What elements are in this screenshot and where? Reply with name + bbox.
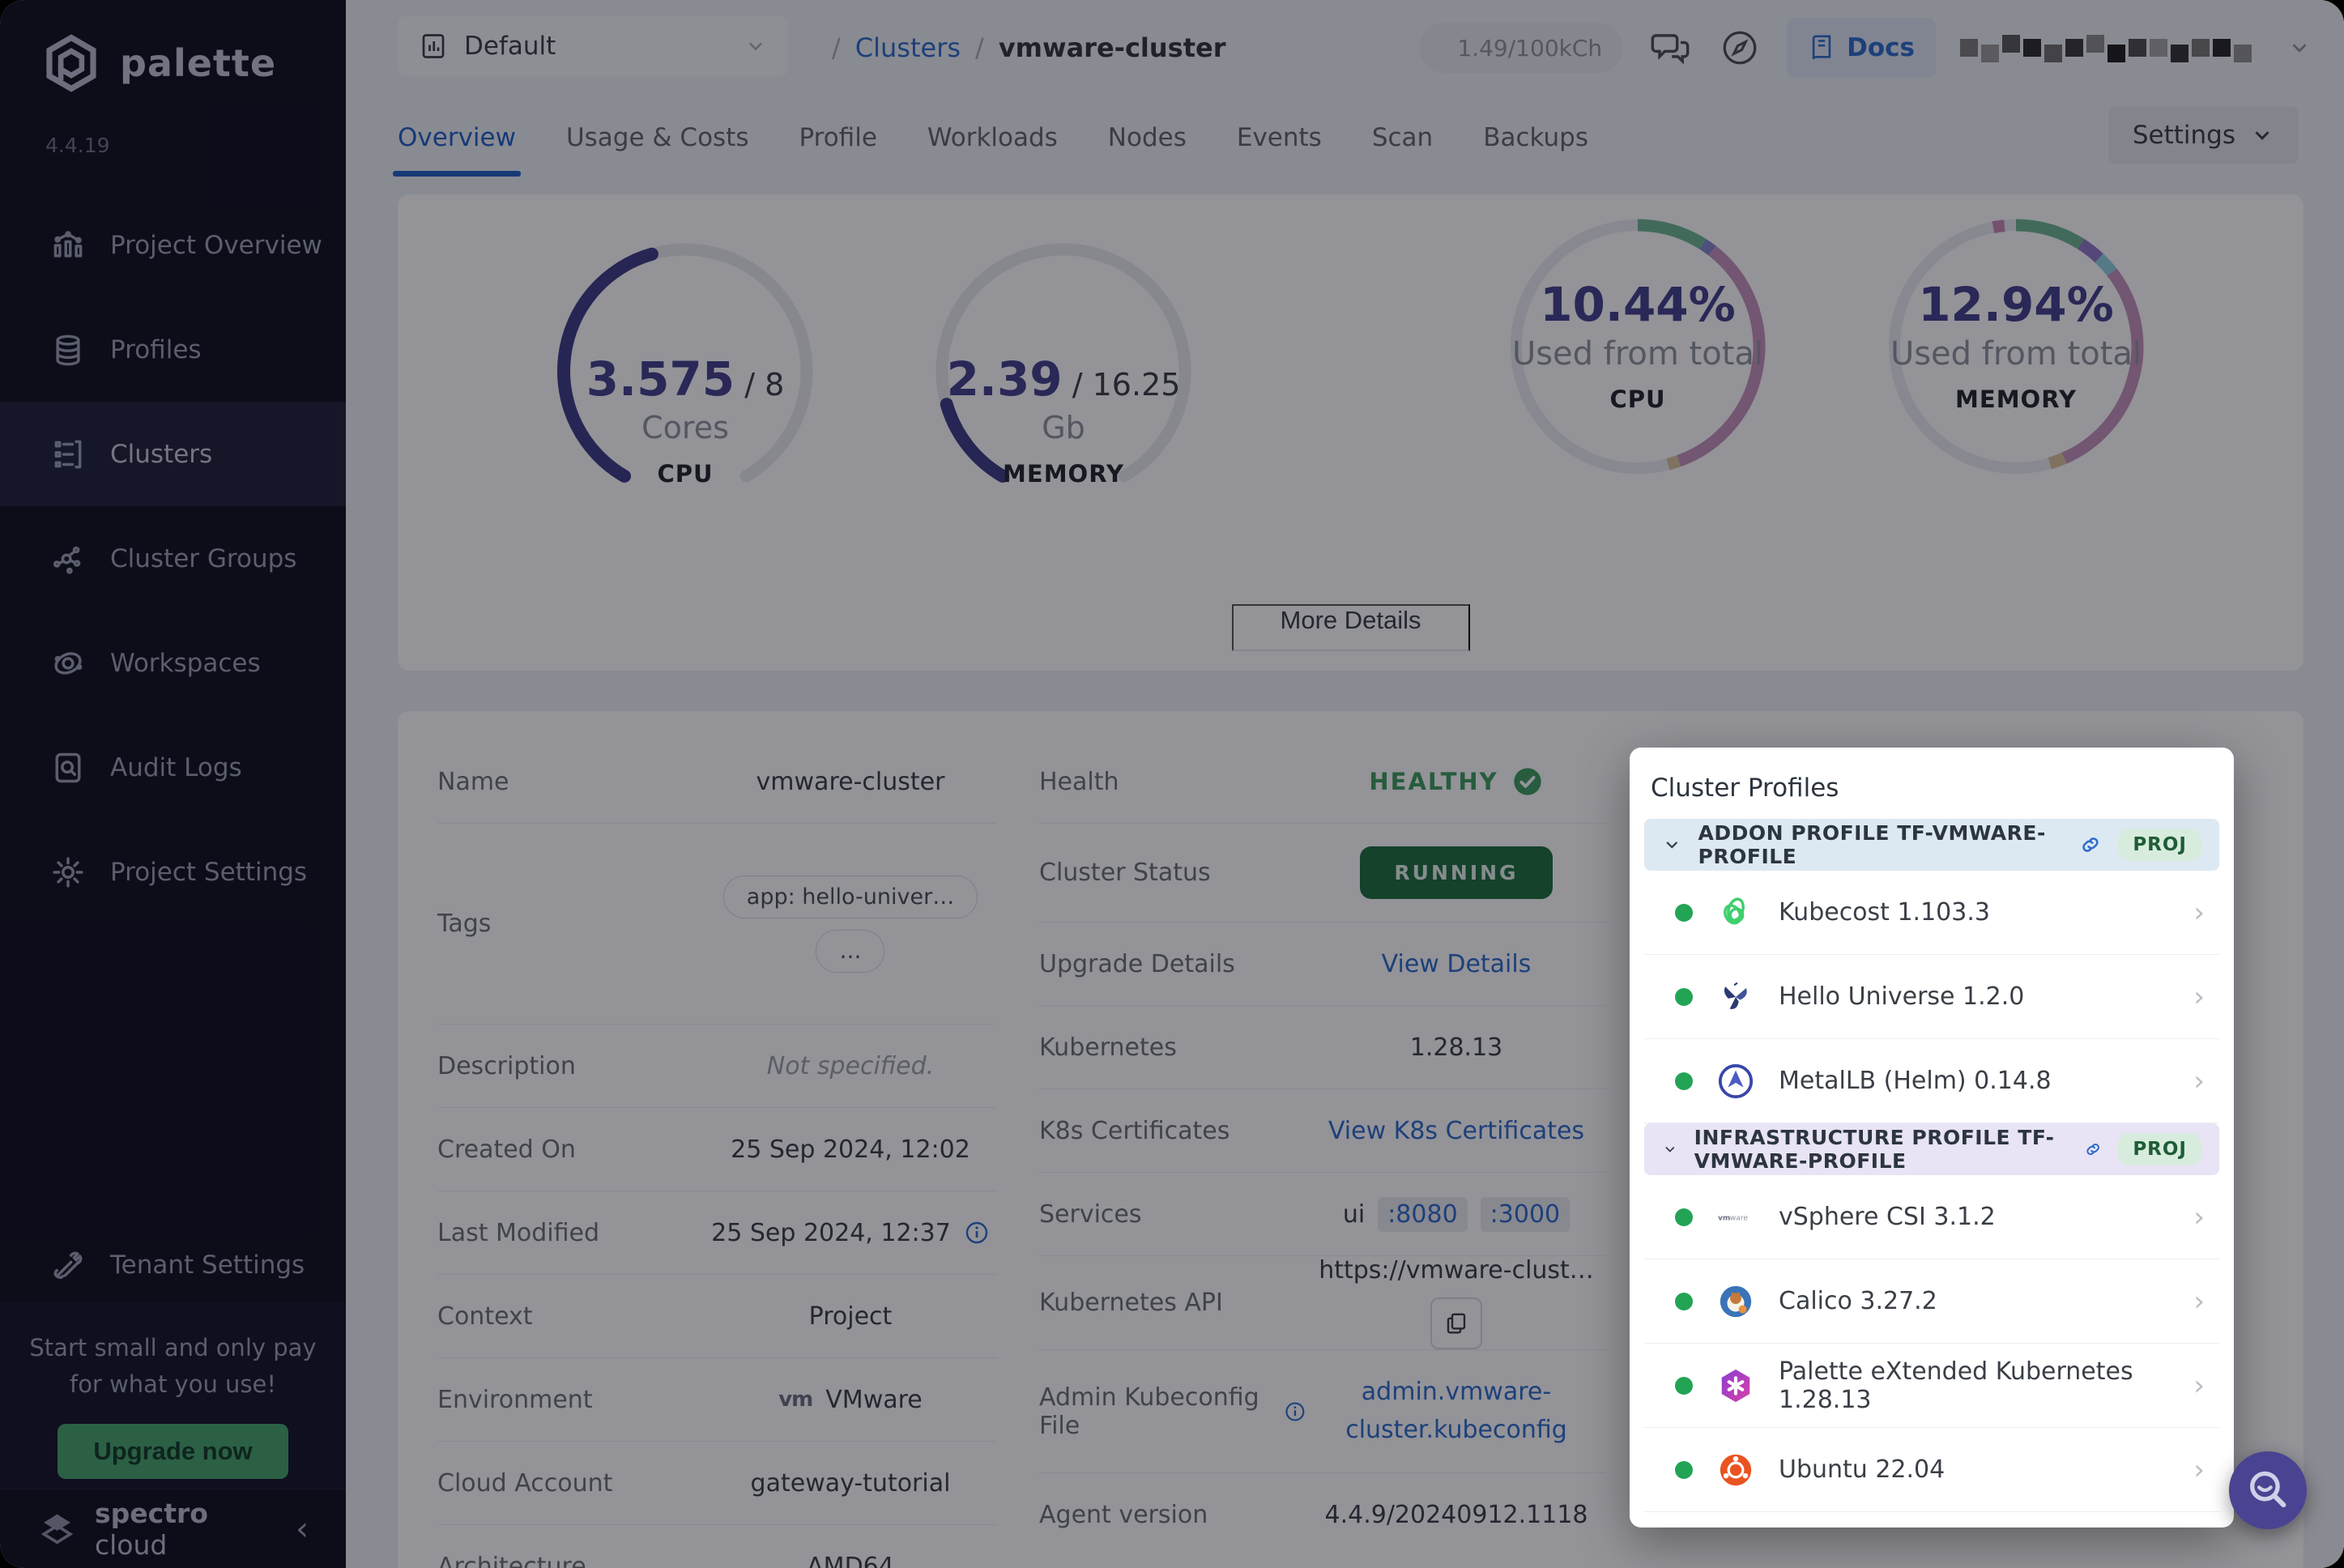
search-face-icon bbox=[2244, 1467, 2291, 1514]
chevron-right-icon: › bbox=[2193, 981, 2205, 1013]
cluster-profiles-panel: Cluster Profiles ADDON PROFILE TF-VMWARE… bbox=[1630, 748, 2234, 1528]
calico-icon bbox=[1717, 1283, 1754, 1320]
profile-section-header[interactable]: ADDON PROFILE TF-VMWARE-PROFILE PROJ bbox=[1644, 819, 2219, 871]
chevron-right-icon: › bbox=[2193, 1454, 2205, 1486]
proj-scope-badge: PROJ bbox=[2118, 829, 2201, 861]
chevron-right-icon: › bbox=[2193, 1201, 2205, 1234]
pack-status-dot bbox=[1675, 988, 1693, 1006]
profile-pack-ubuntu-22-04[interactable]: Ubuntu 22.04 › bbox=[1644, 1428, 2219, 1512]
pack-status-dot bbox=[1675, 904, 1693, 922]
chevron-right-icon: › bbox=[2193, 1370, 2205, 1402]
ubuntu-icon bbox=[1717, 1451, 1754, 1489]
palette-pxk-icon bbox=[1717, 1367, 1754, 1404]
cluster-profiles-title: Cluster Profiles bbox=[1651, 773, 2219, 803]
profile-section-title: ADDON PROFILE TF-VMWARE-PROFILE bbox=[1698, 821, 2064, 868]
link-icon bbox=[2084, 1136, 2102, 1163]
profile-pack-palette-extended-kubernetes-1-28-13[interactable]: Palette eXtended Kubernetes 1.28.13 › bbox=[1644, 1344, 2219, 1428]
pack-name: MetalLB (Helm) 0.14.8 bbox=[1779, 1067, 2052, 1095]
pack-status-dot bbox=[1675, 1461, 1693, 1479]
chevron-right-icon: › bbox=[2193, 1065, 2205, 1097]
svg-text:ware: ware bbox=[1730, 1214, 1749, 1222]
pack-status-dot bbox=[1675, 1208, 1693, 1226]
hello-universe-icon bbox=[1717, 978, 1754, 1016]
app-window: palette 4.4.19 Project OverviewProfilesC… bbox=[0, 0, 2344, 1568]
pack-name: Hello Universe 1.2.0 bbox=[1779, 982, 2024, 1011]
chevron-right-icon: › bbox=[2193, 897, 2205, 929]
search-fab-button[interactable] bbox=[2229, 1451, 2307, 1529]
pack-name: Palette eXtended Kubernetes 1.28.13 bbox=[1779, 1357, 2169, 1414]
pack-status-dot bbox=[1675, 1293, 1693, 1310]
profile-section-title: INFRASTRUCTURE PROFILE TF-VMWARE-PROFILE bbox=[1694, 1126, 2068, 1173]
svg-text:vm: vm bbox=[1718, 1214, 1730, 1222]
profile-pack-hello-universe-1-2-0[interactable]: Hello Universe 1.2.0 › bbox=[1644, 955, 2219, 1039]
profile-section-header[interactable]: INFRASTRUCTURE PROFILE TF-VMWARE-PROFILE… bbox=[1644, 1123, 2219, 1175]
chevron-right-icon: › bbox=[2193, 1285, 2205, 1318]
profile-pack-metallb-helm-0-14-8[interactable]: MetalLB (Helm) 0.14.8 › bbox=[1644, 1039, 2219, 1123]
metallb-icon bbox=[1717, 1063, 1754, 1100]
pack-name: Calico 3.27.2 bbox=[1779, 1287, 1937, 1315]
pack-status-dot bbox=[1675, 1072, 1693, 1090]
chevron-down-icon bbox=[1662, 833, 1682, 857]
profile-pack-vsphere-csi-3-1-2[interactable]: vmware vSphere CSI 3.1.2 › bbox=[1644, 1175, 2219, 1259]
profile-pack-calico-3-27-2[interactable]: Calico 3.27.2 › bbox=[1644, 1259, 2219, 1344]
pack-name: Kubecost 1.103.3 bbox=[1779, 898, 1990, 927]
pack-name: Ubuntu 22.04 bbox=[1779, 1455, 1945, 1484]
vmware-icon: vmware bbox=[1717, 1199, 1754, 1236]
pack-name: vSphere CSI 3.1.2 bbox=[1779, 1203, 1996, 1231]
link-icon bbox=[2079, 831, 2102, 859]
proj-scope-badge: PROJ bbox=[2118, 1133, 2201, 1165]
chevron-down-icon bbox=[1662, 1137, 1678, 1161]
profile-pack-kubecost-1-103-3[interactable]: Kubecost 1.103.3 › bbox=[1644, 871, 2219, 955]
pack-status-dot bbox=[1675, 1377, 1693, 1395]
kubecost-icon bbox=[1717, 894, 1754, 931]
